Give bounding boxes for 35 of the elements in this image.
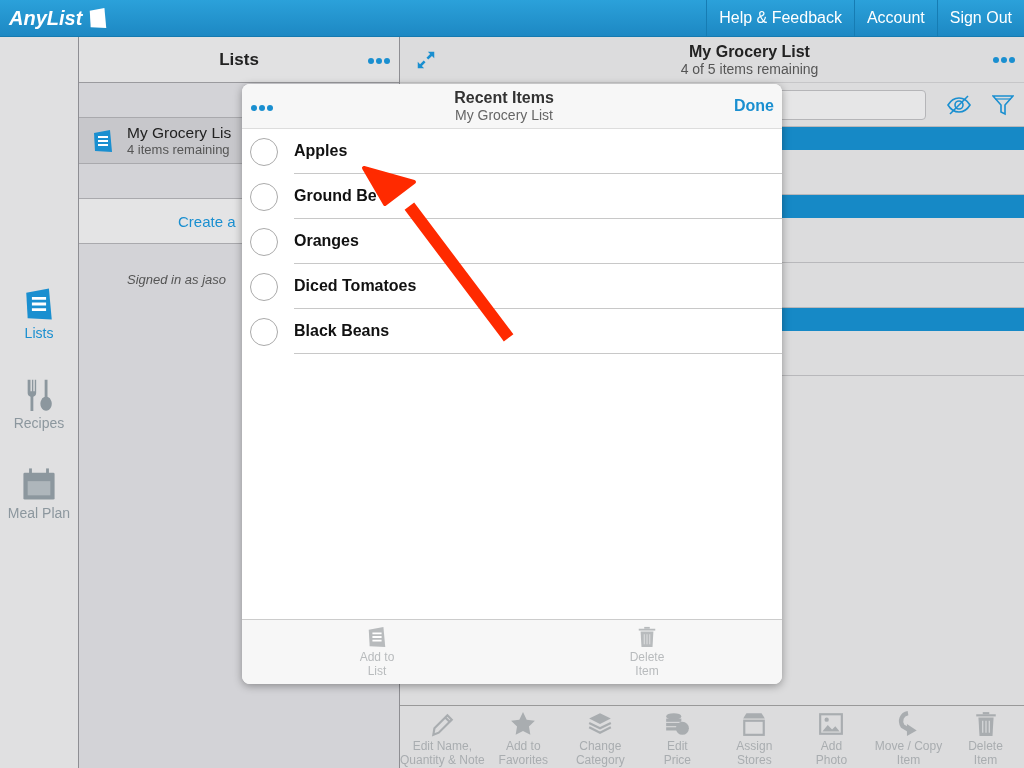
app-logo: AnyList bbox=[9, 6, 83, 30]
item-name[interactable]: Black Beans bbox=[294, 309, 782, 354]
filter-icon[interactable] bbox=[992, 93, 1014, 116]
top-link[interactable]: Sign Out bbox=[936, 0, 1024, 36]
nav-tab[interactable]: Recipes bbox=[13, 377, 65, 431]
more-icon[interactable] bbox=[367, 57, 391, 65]
layers-icon bbox=[587, 711, 614, 737]
popover-subtitle: My Grocery List bbox=[455, 107, 553, 123]
popover-title: Recent Items bbox=[454, 89, 554, 107]
signed-in-text: Signed in as jaso bbox=[127, 272, 226, 287]
list-subtitle: 4 of 5 items remaining bbox=[680, 60, 819, 77]
pencil-icon bbox=[429, 711, 456, 737]
pane-title: Lists bbox=[219, 49, 259, 70]
item-name[interactable]: Oranges bbox=[294, 219, 782, 264]
top-link[interactable]: Help & Feedback bbox=[706, 0, 854, 36]
trash-icon bbox=[636, 626, 658, 648]
more-icon[interactable] bbox=[992, 55, 1016, 64]
nav-tab[interactable]: Lists bbox=[22, 287, 56, 341]
coins-icon bbox=[664, 711, 691, 737]
nav-tab[interactable]: Meal Plan bbox=[7, 467, 71, 521]
calendar-icon bbox=[22, 467, 56, 501]
more-icon[interactable] bbox=[250, 104, 274, 112]
star-icon bbox=[510, 711, 537, 737]
hidden-eye-icon[interactable] bbox=[946, 93, 972, 116]
list-title: My Grocery List bbox=[689, 42, 810, 61]
list-name: My Grocery Lis bbox=[127, 124, 232, 142]
done-link[interactable]: Done bbox=[734, 97, 774, 115]
top-link[interactable]: Account bbox=[853, 0, 937, 36]
list-icon bbox=[366, 626, 388, 648]
item-name[interactable]: Diced Tomatoes bbox=[294, 264, 782, 309]
create-list-link[interactable]: Create a bbox=[178, 212, 236, 230]
photo-icon bbox=[818, 711, 845, 737]
list-icon bbox=[91, 128, 115, 153]
list-subtitle: 4 items remaining bbox=[127, 142, 231, 157]
storefront-icon bbox=[741, 711, 768, 737]
